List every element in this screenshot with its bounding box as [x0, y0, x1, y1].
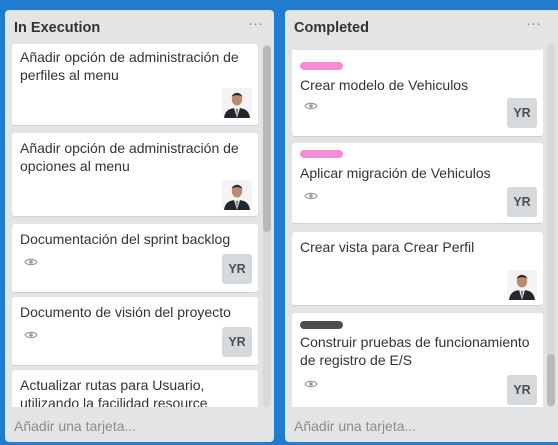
- add-card-button[interactable]: Añadir una tarjeta...: [294, 418, 416, 434]
- card[interactable]: Documento de visión del proyecto YR: [12, 297, 258, 366]
- eye-icon: [304, 102, 318, 110]
- card-title: Crear vista para Crear Perfil: [300, 239, 475, 255]
- card[interactable]: Aplicar migración de Vehiculos YR: [292, 143, 543, 224]
- card[interactable]: Añadir opción de administración de opcio…: [12, 133, 258, 217]
- member-avatar[interactable]: YR: [507, 187, 537, 217]
- card-label-pink: [300, 150, 343, 158]
- card-title: Crear modelo de Vehiculos: [300, 77, 469, 93]
- card-title: Añadir opción de administración de perfi…: [20, 49, 239, 83]
- list-completed: Completed ··· Crear modelo de Vehiculos …: [285, 10, 558, 442]
- card-title: Documentación del sprint backlog: [20, 231, 231, 247]
- scrollbar-thumb[interactable]: [547, 354, 555, 406]
- eye-icon: [304, 380, 318, 388]
- list-header[interactable]: Completed ···: [285, 10, 558, 44]
- list-in-execution: In Execution ··· Añadir opción de admini…: [5, 10, 274, 442]
- card[interactable]: Crear vista para Crear Perfil: [292, 232, 543, 306]
- card-title: Actualizar rutas para Usuario, utilizand…: [20, 377, 208, 407]
- member-avatar[interactable]: YR: [222, 254, 252, 284]
- eye-icon: [24, 258, 38, 266]
- card-title: Documento de visión del proyecto: [20, 304, 231, 320]
- eye-icon: [24, 331, 38, 339]
- list-header[interactable]: In Execution ···: [5, 10, 274, 44]
- member-photo-icon: [222, 88, 252, 118]
- member-photo-icon: [507, 270, 537, 300]
- eye-icon: [304, 192, 318, 200]
- list-title[interactable]: In Execution: [14, 20, 100, 36]
- card-list: Añadir opción de administración de perfi…: [12, 44, 258, 407]
- member-avatar[interactable]: [222, 88, 252, 118]
- member-avatar[interactable]: YR: [507, 98, 537, 128]
- member-avatar[interactable]: [222, 180, 252, 210]
- card-label-dark: [300, 321, 343, 329]
- scrollbar-thumb[interactable]: [263, 46, 271, 232]
- member-avatar[interactable]: YR: [222, 327, 252, 357]
- card-title: Construir pruebas de funcionamiento de r…: [300, 334, 530, 368]
- card[interactable]: Crear modelo de Vehiculos YR: [292, 50, 543, 137]
- card[interactable]: Añadir opción de administración de perfi…: [12, 44, 258, 126]
- member-avatar[interactable]: [507, 270, 537, 300]
- member-photo-icon: [222, 180, 252, 210]
- list-menu-icon[interactable]: ···: [526, 15, 541, 32]
- member-avatar[interactable]: YR: [507, 375, 537, 405]
- card[interactable]: Construir pruebas de funcionamiento de r…: [292, 313, 543, 407]
- card-list: Crear modelo de Vehiculos YR Aplicar mig…: [292, 44, 543, 407]
- card-title: Aplicar migración de Vehiculos: [300, 165, 491, 181]
- card-title: Añadir opción de administración de opcio…: [20, 140, 239, 174]
- card[interactable]: Actualizar rutas para Usuario, utilizand…: [12, 370, 258, 407]
- list-title[interactable]: Completed: [294, 20, 369, 36]
- scrollbar-track[interactable]: [547, 44, 555, 407]
- add-card-button[interactable]: Añadir una tarjeta...: [14, 418, 136, 434]
- card-label-pink: [300, 62, 343, 70]
- list-menu-icon[interactable]: ···: [248, 15, 263, 32]
- card[interactable]: Documentación del sprint backlog YR: [12, 224, 258, 293]
